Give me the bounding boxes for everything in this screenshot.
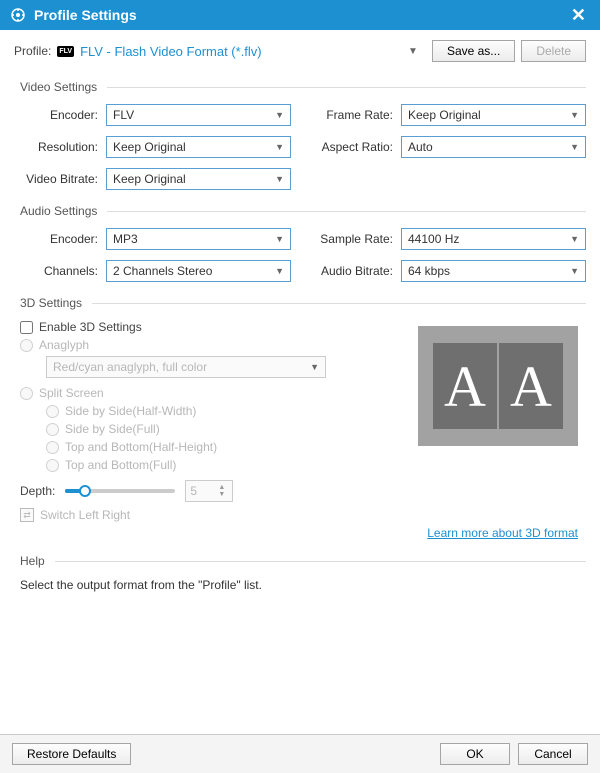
chevron-down-icon: ▼	[570, 142, 579, 152]
enable-3d-label: Enable 3D Settings	[39, 320, 142, 334]
3d-preview-box: A A	[418, 326, 578, 446]
frame-rate-label: Frame Rate:	[309, 108, 401, 122]
depth-slider[interactable]	[65, 484, 175, 498]
delete-button: Delete	[521, 40, 586, 62]
switch-left-right-row: ⇄ Switch Left Right	[20, 508, 586, 522]
3d-settings-section: 3D Settings A A Enable 3D Settings Anagl…	[14, 296, 586, 540]
learn-more-3d-link[interactable]: Learn more about 3D format	[427, 526, 578, 540]
audio-encoder-dropdown[interactable]: MP3▼	[106, 228, 291, 250]
depth-value: 5	[190, 484, 197, 498]
audio-bitrate-dropdown[interactable]: 64 kbps▼	[401, 260, 586, 282]
audio-settings-section: Audio Settings Encoder: MP3▼ Sample Rate…	[14, 204, 586, 282]
section-title-help: Help	[20, 554, 586, 568]
tb-full-input	[46, 459, 59, 472]
video-encoder-label: Encoder:	[14, 108, 106, 122]
save-as-button[interactable]: Save as...	[432, 40, 515, 62]
switch-left-right-label: Switch Left Right	[40, 508, 130, 522]
split-screen-label: Split Screen	[39, 386, 104, 400]
chevron-down-icon: ▼	[275, 142, 284, 152]
ok-button[interactable]: OK	[440, 743, 510, 765]
help-text: Select the output format from the "Profi…	[20, 578, 586, 592]
anaglyph-radio-input	[20, 339, 33, 352]
flv-format-icon: FLV	[57, 46, 74, 57]
slider-thumb[interactable]	[79, 485, 91, 497]
section-title-3d: 3D Settings	[20, 296, 586, 310]
split-screen-radio-input	[20, 387, 33, 400]
anaglyph-mode-dropdown: Red/cyan anaglyph, full color▼	[46, 356, 326, 378]
channels-label: Channels:	[14, 264, 106, 278]
aspect-ratio-dropdown[interactable]: Auto▼	[401, 136, 586, 158]
sample-rate-label: Sample Rate:	[309, 232, 401, 246]
resolution-dropdown[interactable]: Keep Original▼	[106, 136, 291, 158]
chevron-down-icon: ▼	[570, 266, 579, 276]
depth-row: Depth: 5 ▲▼	[20, 480, 586, 502]
frame-rate-dropdown[interactable]: Keep Original▼	[401, 104, 586, 126]
tb-full-label: Top and Bottom(Full)	[65, 458, 176, 472]
audio-encoder-label: Encoder:	[14, 232, 106, 246]
chevron-down-icon[interactable]: ▼	[400, 46, 426, 57]
enable-3d-input[interactable]	[20, 321, 33, 334]
channels-dropdown[interactable]: 2 Channels Stereo▼	[106, 260, 291, 282]
video-bitrate-dropdown[interactable]: Keep Original▼	[106, 168, 291, 190]
spinner-arrows-icon: ▲▼	[218, 481, 230, 501]
chevron-down-icon: ▼	[275, 174, 284, 184]
sbs-full-label: Side by Side(Full)	[65, 422, 160, 436]
anaglyph-label: Anaglyph	[39, 338, 89, 352]
help-section: Help Select the output format from the "…	[14, 554, 586, 592]
app-icon	[10, 7, 26, 23]
footer: Restore Defaults OK Cancel	[0, 734, 600, 773]
video-settings-section: Video Settings Encoder: FLV▼ Frame Rate:…	[14, 80, 586, 190]
sbs-full-input	[46, 423, 59, 436]
preview-letter-right: A	[499, 343, 563, 429]
switch-icon: ⇄	[20, 508, 34, 522]
tb-half-label: Top and Bottom(Half-Height)	[65, 440, 217, 454]
video-bitrate-label: Video Bitrate:	[14, 172, 106, 186]
tb-half-input	[46, 441, 59, 454]
aspect-ratio-label: Aspect Ratio:	[309, 140, 401, 154]
depth-label: Depth:	[20, 484, 55, 498]
chevron-down-icon: ▼	[275, 234, 284, 244]
tb-full-radio: Top and Bottom(Full)	[46, 458, 586, 472]
titlebar: Profile Settings ✕	[0, 0, 600, 30]
resolution-label: Resolution:	[14, 140, 106, 154]
chevron-down-icon: ▼	[275, 266, 284, 276]
profile-dropdown[interactable]: FLV - Flash Video Format (*.flv)	[80, 44, 394, 59]
chevron-down-icon: ▼	[275, 110, 284, 120]
close-icon[interactable]: ✕	[567, 5, 590, 26]
sample-rate-dropdown[interactable]: 44100 Hz▼	[401, 228, 586, 250]
window-title: Profile Settings	[34, 7, 137, 23]
chevron-down-icon: ▼	[310, 362, 319, 372]
preview-letter-left: A	[433, 343, 497, 429]
restore-defaults-button[interactable]: Restore Defaults	[12, 743, 131, 765]
video-encoder-dropdown[interactable]: FLV▼	[106, 104, 291, 126]
sbs-half-input	[46, 405, 59, 418]
sbs-half-label: Side by Side(Half-Width)	[65, 404, 196, 418]
profile-label: Profile:	[14, 44, 51, 58]
chevron-down-icon: ▼	[570, 110, 579, 120]
profile-row: Profile: FLV FLV - Flash Video Format (*…	[14, 40, 586, 62]
section-title-video: Video Settings	[20, 80, 586, 94]
cancel-button[interactable]: Cancel	[518, 743, 588, 765]
depth-spinner: 5 ▲▼	[185, 480, 233, 502]
chevron-down-icon: ▼	[570, 234, 579, 244]
audio-bitrate-label: Audio Bitrate:	[309, 264, 401, 278]
section-title-audio: Audio Settings	[20, 204, 586, 218]
